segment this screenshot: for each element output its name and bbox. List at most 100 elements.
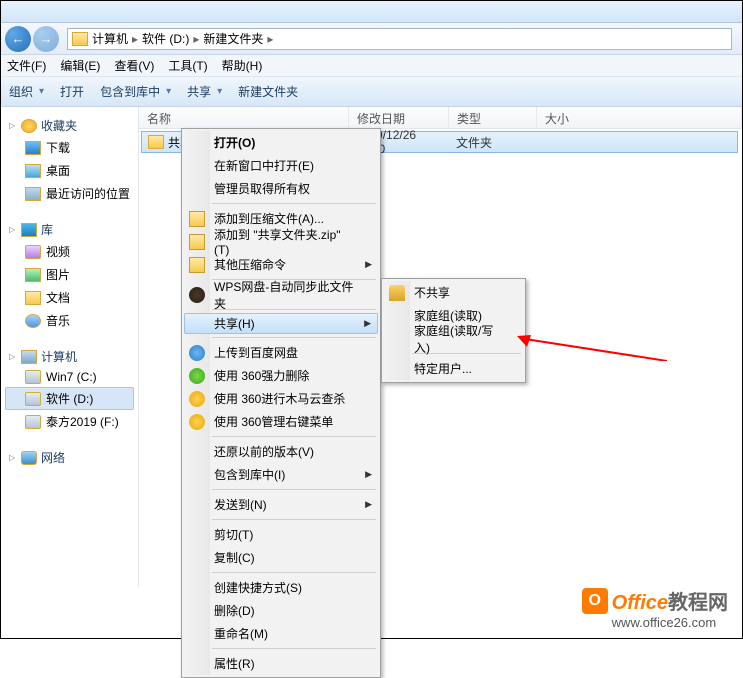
ctx-wps-sync[interactable]: WPS网盘-自动同步此文件夹 <box>184 283 378 306</box>
ctx-include-lib[interactable]: 包含到库中(I)▶ <box>184 463 378 486</box>
sidebar-item-d[interactable]: 软件 (D:) <box>5 387 134 410</box>
separator <box>212 489 376 490</box>
sidebar-item-videos[interactable]: 视频 <box>5 240 134 263</box>
ctx-open[interactable]: 打开(O) <box>184 131 378 154</box>
separator <box>212 436 376 437</box>
sidebar-network[interactable]: 网络 <box>5 447 134 468</box>
ctx-copy[interactable]: 复制(C) <box>184 546 378 569</box>
sidebar-item-f[interactable]: 泰方2019 (F:) <box>5 410 134 433</box>
baidu-icon <box>189 345 205 361</box>
toolbar: 组织▾ 打开 包含到库中▾ 共享▾ 新建文件夹 <box>1 77 742 107</box>
ctx-share[interactable]: 共享(H)▶ <box>184 313 378 334</box>
brand-text: Office教程网 <box>612 586 728 615</box>
ctx-360-trojan[interactable]: 使用 360进行木马云查杀 <box>184 387 378 410</box>
ctx-properties[interactable]: 属性(R) <box>184 652 378 675</box>
col-name[interactable]: 名称 <box>139 107 349 128</box>
ctx-delete[interactable]: 删除(D) <box>184 599 378 622</box>
menu-help[interactable]: 帮助(H) <box>222 57 263 74</box>
tb-organize[interactable]: 组织 <box>9 83 33 100</box>
sidebar-favorites[interactable]: 收藏夹 <box>5 115 134 136</box>
crumb-computer[interactable]: 计算机 <box>92 30 128 47</box>
sidebar-item-pictures[interactable]: 图片 <box>5 263 134 286</box>
ctx-create-shortcut[interactable]: 创建快捷方式(S) <box>184 576 378 599</box>
ctx-rename[interactable]: 重命名(M) <box>184 622 378 645</box>
chevron-right-icon: ▶ <box>365 499 372 510</box>
recent-icon <box>25 187 41 201</box>
sidebar-item-music[interactable]: 音乐 <box>5 309 134 332</box>
column-headers: 名称 修改日期 类型 大小 <box>139 107 742 129</box>
annotation-arrow <box>517 331 667 361</box>
col-date[interactable]: 修改日期 <box>349 107 449 128</box>
drive-icon <box>25 392 41 406</box>
separator <box>212 572 376 573</box>
tb-include[interactable]: 包含到库中 <box>100 83 160 100</box>
picture-icon <box>25 268 41 282</box>
ctx-add-zip[interactable]: 添加到 "共享文件夹.zip" (T) <box>184 230 378 253</box>
ctx-send-to[interactable]: 发送到(N)▶ <box>184 493 378 516</box>
forward-button[interactable]: → <box>33 26 59 52</box>
title-bar <box>1 1 742 23</box>
video-icon <box>25 245 41 259</box>
library-icon <box>21 223 37 237</box>
ctx-admin-ownership[interactable]: 管理员取得所有权 <box>184 177 378 200</box>
cell-type: 文件夹 <box>450 134 538 151</box>
menu-file[interactable]: 文件(F) <box>7 57 46 74</box>
sidebar: 收藏夹 下载 桌面 最近访问的位置 库 视频 图片 文档 音乐 计算机 Win7… <box>1 107 139 587</box>
sidebar-item-documents[interactable]: 文档 <box>5 286 134 309</box>
chevron-right-icon: ▶ <box>365 469 372 480</box>
watermark-url: www.office26.com <box>612 615 728 630</box>
sidebar-item-desktop[interactable]: 桌面 <box>5 159 134 182</box>
archive-icon <box>189 257 205 273</box>
share-submenu: 不共享 家庭组(读取) 家庭组(读取/写入) 特定用户... <box>381 278 526 383</box>
col-size[interactable]: 大小 <box>537 107 742 128</box>
separator <box>212 203 376 204</box>
sidebar-item-c[interactable]: Win7 (C:) <box>5 367 134 387</box>
network-icon <box>21 451 37 465</box>
sidebar-computer[interactable]: 计算机 <box>5 346 134 367</box>
folder-icon <box>148 135 164 149</box>
sidebar-item-recent[interactable]: 最近访问的位置 <box>5 182 134 205</box>
tb-open[interactable]: 打开 <box>60 83 84 100</box>
menu-view[interactable]: 查看(V) <box>114 57 154 74</box>
ctx-360-delete[interactable]: 使用 360强力删除 <box>184 364 378 387</box>
separator <box>212 648 376 649</box>
share-specific-users[interactable]: 特定用户... <box>384 357 523 380</box>
sidebar-libraries[interactable]: 库 <box>5 219 134 240</box>
share-homegroup-rw[interactable]: 家庭组(读取/写入) <box>384 327 523 350</box>
ctx-restore-previous[interactable]: 还原以前的版本(V) <box>184 440 378 463</box>
ctx-360-menu[interactable]: 使用 360管理右键菜单 <box>184 410 378 433</box>
folder-icon <box>72 32 88 46</box>
chevron-right-icon: ▶ <box>364 318 371 329</box>
archive-icon <box>189 211 205 227</box>
logo-icon: O <box>582 588 608 614</box>
archive-icon <box>189 234 205 250</box>
breadcrumb[interactable]: 计算机 ▸ 软件 (D:) ▸ 新建文件夹 ▸ <box>67 28 732 50</box>
back-button[interactable]: ← <box>5 26 31 52</box>
chevron-right-icon: ▸ <box>267 32 273 46</box>
download-icon <box>25 141 41 155</box>
chevron-right-icon: ▸ <box>193 32 199 46</box>
separator <box>212 519 376 520</box>
menu-tools[interactable]: 工具(T) <box>168 57 207 74</box>
col-type[interactable]: 类型 <box>449 107 537 128</box>
sidebar-item-downloads[interactable]: 下载 <box>5 136 134 159</box>
menu-edit[interactable]: 编辑(E) <box>60 57 100 74</box>
360-icon <box>189 391 205 407</box>
ctx-open-new-window[interactable]: 在新窗口中打开(E) <box>184 154 378 177</box>
drive-icon <box>25 370 41 384</box>
document-icon <box>25 291 41 305</box>
ctx-cut[interactable]: 剪切(T) <box>184 523 378 546</box>
tb-share[interactable]: 共享 <box>187 83 211 100</box>
star-icon <box>21 119 37 133</box>
menu-bar: 文件(F) 编辑(E) 查看(V) 工具(T) 帮助(H) <box>1 55 742 77</box>
ctx-other-compress[interactable]: 其他压缩命令▶ <box>184 253 378 276</box>
ctx-baidu-upload[interactable]: 上传到百度网盘 <box>184 341 378 364</box>
navigation-bar: ← → 计算机 ▸ 软件 (D:) ▸ 新建文件夹 ▸ <box>1 23 742 55</box>
drive-icon <box>25 415 41 429</box>
share-nobody[interactable]: 不共享 <box>384 281 523 304</box>
tb-newfolder[interactable]: 新建文件夹 <box>238 83 298 100</box>
context-menu: 打开(O) 在新窗口中打开(E) 管理员取得所有权 添加到压缩文件(A)... … <box>181 128 381 678</box>
crumb-folder[interactable]: 新建文件夹 <box>203 30 263 47</box>
desktop-icon <box>25 164 41 178</box>
crumb-drive[interactable]: 软件 (D:) <box>142 30 189 47</box>
